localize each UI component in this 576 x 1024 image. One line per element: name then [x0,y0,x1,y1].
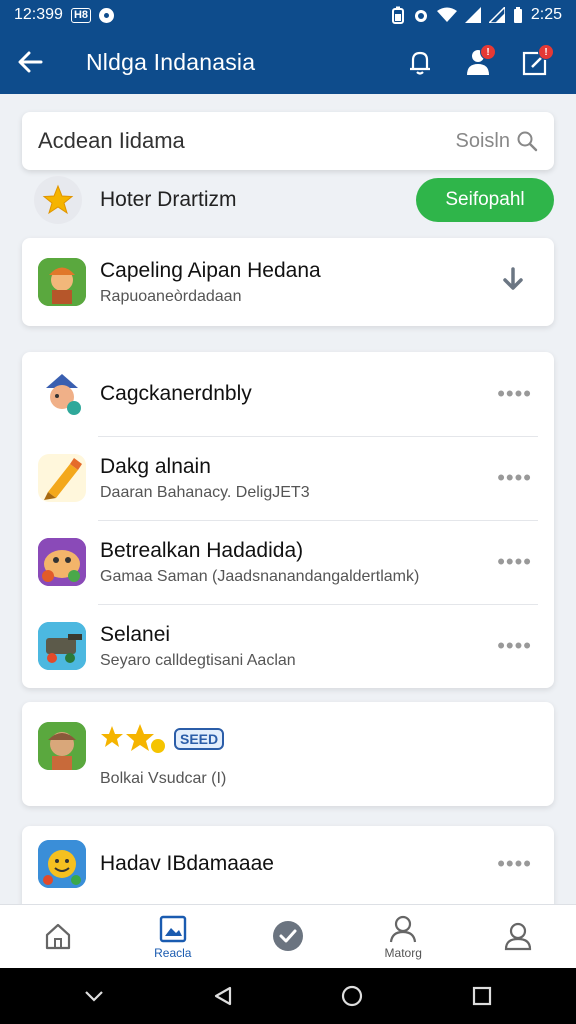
notifications-button[interactable] [400,42,440,82]
app-title: Capeling Aipan Hedana [100,258,321,282]
app-subtitle: Gamaa Saman (Jaadsnanandangaldertlamk) [100,567,420,585]
status-time: 12:399 [14,6,63,23]
app-icon [38,370,86,418]
pencil-sword-icon [44,458,82,500]
featured-label: Hoter Drartizm [100,188,237,211]
star-icon [42,184,74,215]
download-arrow-icon [503,266,523,290]
more-options-button[interactable]: •••• [497,549,538,575]
status-box-icon: H8 [70,7,91,23]
notification-badge: ! [480,44,496,60]
nav-home[interactable] [0,905,115,968]
app-icon [38,454,86,502]
battery-icon [513,7,522,23]
more-options-button[interactable]: •••• [497,465,538,491]
back-button[interactable] [0,30,60,94]
page-title: Nldga Indanasia [86,48,256,75]
more-options-button[interactable]: •••• [497,633,538,659]
app-subtitle: Rapuoaneòrdadaan [100,287,242,305]
list-item[interactable]: Betrealkan Hadadida) Gamaa Saman (Jaadsn… [22,520,554,604]
content-area[interactable]: Acdean Iidama Soisln Hoter Drartizm Seif… [0,94,576,904]
status-bar: 12:399 H8 2:25 [0,0,576,30]
game-character-icon [38,258,86,306]
chevron-down-icon[interactable] [83,989,105,1003]
status-right-time: 2:25 [530,6,562,23]
check-circle-icon [273,920,303,951]
system-navigation [0,968,576,1024]
status-dot-icon [99,7,114,23]
app-icon [38,840,86,888]
signal-2-icon [488,7,505,23]
list-item[interactable]: Selanei Seyaro calldegtisani Aaclan •••• [22,604,554,688]
partial-card: Hadav IBdamaaae •••• [22,826,554,904]
nav-people-label: Matorg [384,945,422,960]
list-item[interactable]: SEED Bolkai Vsudcar (I) [22,702,554,806]
app-title: Betrealkan Hadadida) [100,538,304,562]
profile-icon [505,922,532,950]
list-item[interactable]: Dakg alnain Daaran Bahanacy. DeligJET3 •… [22,436,554,520]
download-card: Capeling Aipan Hedana Rapuoaneòrdadaan [22,238,554,326]
list-item[interactable]: Hadav IBdamaaae •••• [22,826,554,902]
character-icon [38,722,86,770]
app-title: Cagckanerdnbly [100,382,252,405]
list-item[interactable]: Capeling Aipan Hedana Rapuoaneòrdadaan [22,238,554,326]
wifi-icon [436,7,457,22]
app-bar: Nldga Indanasia ! ! [0,30,576,94]
edit-button[interactable]: ! [516,42,556,82]
search-hint-text: Soisln [455,129,510,152]
bell-icon [410,51,430,75]
home-icon [45,923,70,949]
signal-icon [464,7,481,23]
game-face-icon [38,538,86,586]
app-title: Hadav IBdamaaae [100,852,274,875]
stars-icon [101,724,165,753]
app-title: Selanei [100,622,171,646]
recents-square-icon[interactable] [471,985,493,1007]
nav-people[interactable]: Matorg [346,905,461,968]
app-title: Dakg alnain [100,454,211,478]
app-list-card: Cagckanerdnbly •••• Dakg alnain Daaran B… [22,352,554,688]
featured-row: Hoter Drartizm Seifopahl [22,174,554,226]
app-subtitle: Bolkai Vsudcar (I) [100,770,227,787]
app-icon [38,622,86,670]
list-item[interactable]: Cagckanerdnbly •••• [22,352,554,436]
wizard-character-icon [46,374,81,415]
nav-media-label: Reacla [154,945,192,960]
home-circle-icon[interactable] [340,984,364,1008]
battery-saver-icon [391,6,404,24]
bottom-navigation: Reacla Matorg [0,904,576,968]
person-search-icon [390,915,417,942]
download-button[interactable] [498,265,538,300]
status-badge: SEED [174,728,225,750]
alarm-icon [414,10,427,22]
nav-profile[interactable] [461,905,576,968]
more-options-button[interactable]: •••• [497,851,538,877]
app-subtitle: Daaran Bahanacy. DeligJET3 [100,483,310,501]
more-options-button[interactable]: •••• [497,381,538,407]
badge-card: SEED Bolkai Vsudcar (I) [22,702,554,806]
app-icon [38,258,86,306]
app-subtitle: Seyaro calldegtisani Aaclan [100,651,296,669]
picture-icon [159,915,186,942]
search-bar[interactable]: Acdean Iidama Soisln [22,112,554,170]
edit-badge: ! [538,44,554,60]
smiley-game-icon [38,840,86,888]
account-button[interactable]: ! [458,42,498,82]
app-icon [38,722,86,770]
arrow-left-icon [18,51,43,73]
search-icon [517,131,538,152]
nav-check[interactable] [230,905,345,968]
nav-media[interactable]: Reacla [115,905,230,968]
star-badge [34,176,82,224]
search-hint: Soisln [456,130,538,153]
app-icon [38,538,86,586]
back-triangle-icon[interactable] [212,985,234,1007]
search-title: Acdean Iidama [38,128,185,153]
tank-icon [38,622,86,670]
featured-action-button[interactable]: Seifopahl [416,178,554,222]
